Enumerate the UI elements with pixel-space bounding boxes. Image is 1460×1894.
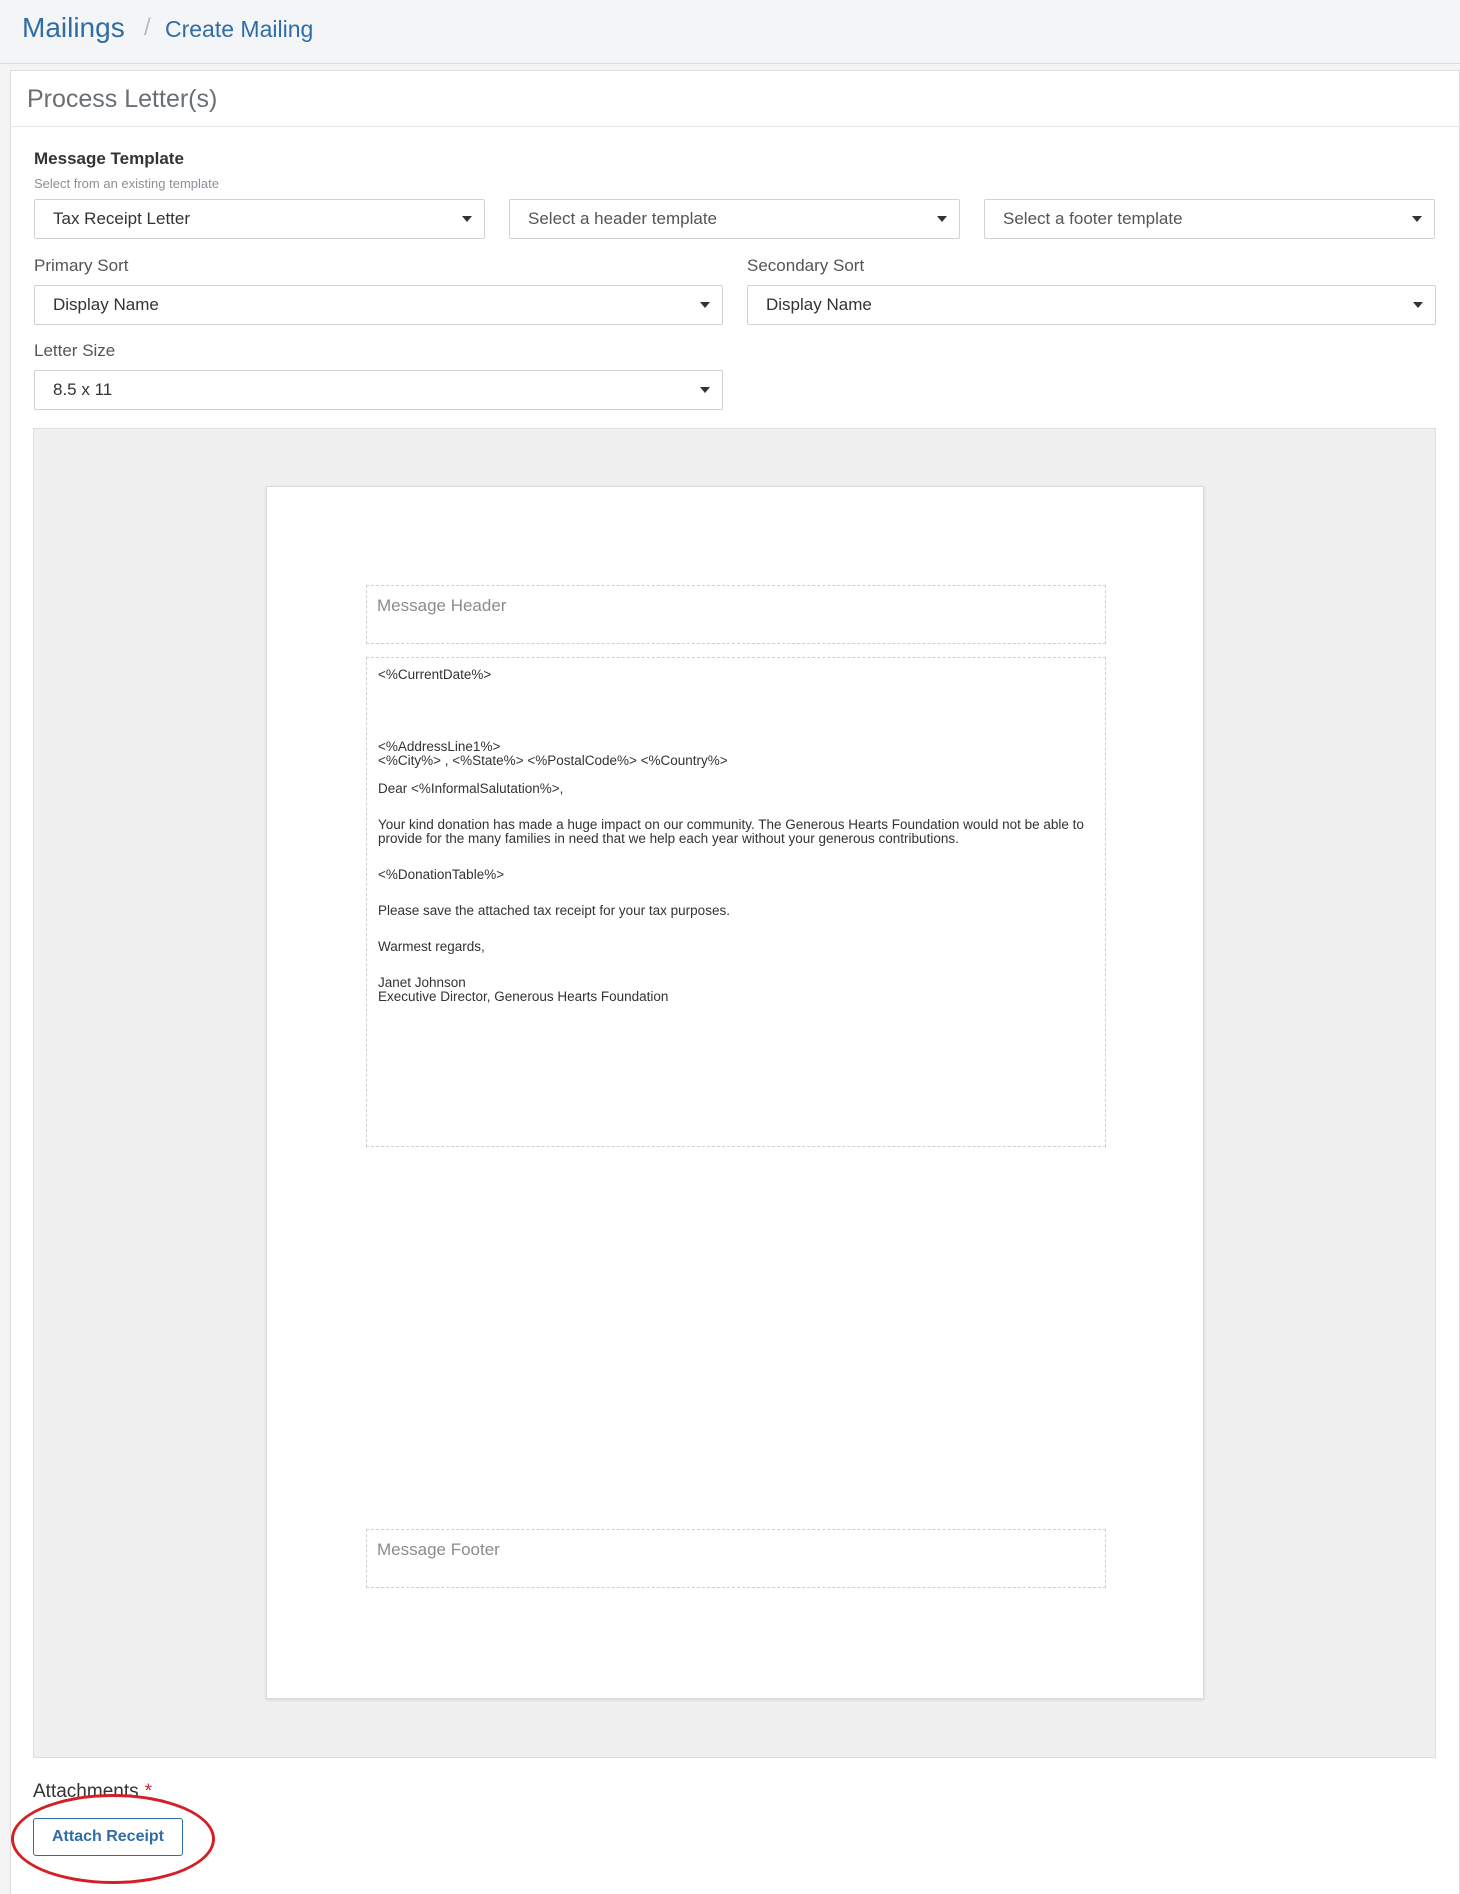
letter-body: <%CurrentDate%> <%AddressLine1%> <%City%… xyxy=(367,658,1105,1014)
signature-name: Janet Johnson xyxy=(378,975,466,990)
message-template-label: Message Template xyxy=(34,149,184,168)
primary-sort-select[interactable]: Display Name xyxy=(34,285,723,325)
secondary-sort-label: Secondary Sort xyxy=(747,256,865,275)
message-template-helper: Select from an existing template xyxy=(34,176,219,191)
footer-template-select[interactable]: Select a footer template xyxy=(984,199,1435,239)
top-bar: Mailings / Create Mailing xyxy=(0,0,1460,64)
process-letters-card: Process Letter(s) Message Template Selec… xyxy=(10,70,1460,1894)
caret-down-icon xyxy=(937,216,947,222)
address-line1-token: <%AddressLine1%> xyxy=(378,739,501,754)
message-template-select[interactable]: Tax Receipt Letter xyxy=(34,199,485,239)
letter-size-select[interactable]: 8.5 x 11 xyxy=(34,370,723,410)
letter-preview-area: Message Header <%CurrentDate%> <%Address… xyxy=(33,428,1436,1758)
message-header-placeholder: Message Header xyxy=(377,596,507,615)
attach-receipt-button[interactable]: Attach Receipt xyxy=(33,1818,183,1856)
message-header-region[interactable]: Message Header xyxy=(366,585,1106,644)
donation-table-token: <%DonationTable%> xyxy=(378,867,505,882)
caret-down-icon xyxy=(700,302,710,308)
header-template-select[interactable]: Select a header template xyxy=(509,199,960,239)
primary-sort-value: Display Name xyxy=(53,295,159,314)
current-date-token: <%CurrentDate%> xyxy=(378,667,492,682)
caret-down-icon xyxy=(462,216,472,222)
signature-title: Executive Director, Generous Hearts Foun… xyxy=(378,989,669,1004)
message-template-value: Tax Receipt Letter xyxy=(53,209,191,228)
message-footer-placeholder: Message Footer xyxy=(377,1540,500,1559)
message-body-editor[interactable]: <%CurrentDate%> <%AddressLine1%> <%City%… xyxy=(366,657,1106,1147)
closing-line: Warmest regards, xyxy=(378,939,485,954)
letter-paragraph-2: Please save the attached tax receipt for… xyxy=(378,903,730,918)
letter-page: Message Header <%CurrentDate%> <%Address… xyxy=(266,486,1204,1699)
caret-down-icon xyxy=(700,387,710,393)
card-title: Process Letter(s) xyxy=(11,71,1459,127)
letter-paragraph-1: Your kind donation has made a huge impac… xyxy=(378,817,1084,846)
header-template-placeholder: Select a header template xyxy=(528,209,718,228)
caret-down-icon xyxy=(1412,216,1422,222)
letter-size-label: Letter Size xyxy=(34,341,116,360)
secondary-sort-value: Display Name xyxy=(766,295,872,314)
breadcrumb-mailings-link[interactable]: Mailings xyxy=(22,12,125,44)
primary-sort-label: Primary Sort xyxy=(34,256,129,275)
breadcrumb-separator: / xyxy=(144,14,151,41)
address-line2-tokens: <%City%> , <%State%> <%PostalCode%> <%Co… xyxy=(378,753,728,768)
footer-template-placeholder: Select a footer template xyxy=(1003,209,1183,228)
attachments-label-text: Attachments xyxy=(33,1781,139,1802)
greeting-line: Dear <%InformalSalutation%>, xyxy=(378,781,564,796)
attachments-label: Attachments * xyxy=(33,1781,152,1803)
message-footer-region[interactable]: Message Footer xyxy=(366,1529,1106,1588)
caret-down-icon xyxy=(1413,302,1423,308)
secondary-sort-select[interactable]: Display Name xyxy=(747,285,1436,325)
breadcrumb-create-mailing[interactable]: Create Mailing xyxy=(165,16,313,43)
required-marker: * xyxy=(144,1781,153,1802)
letter-size-value: 8.5 x 11 xyxy=(53,380,113,399)
